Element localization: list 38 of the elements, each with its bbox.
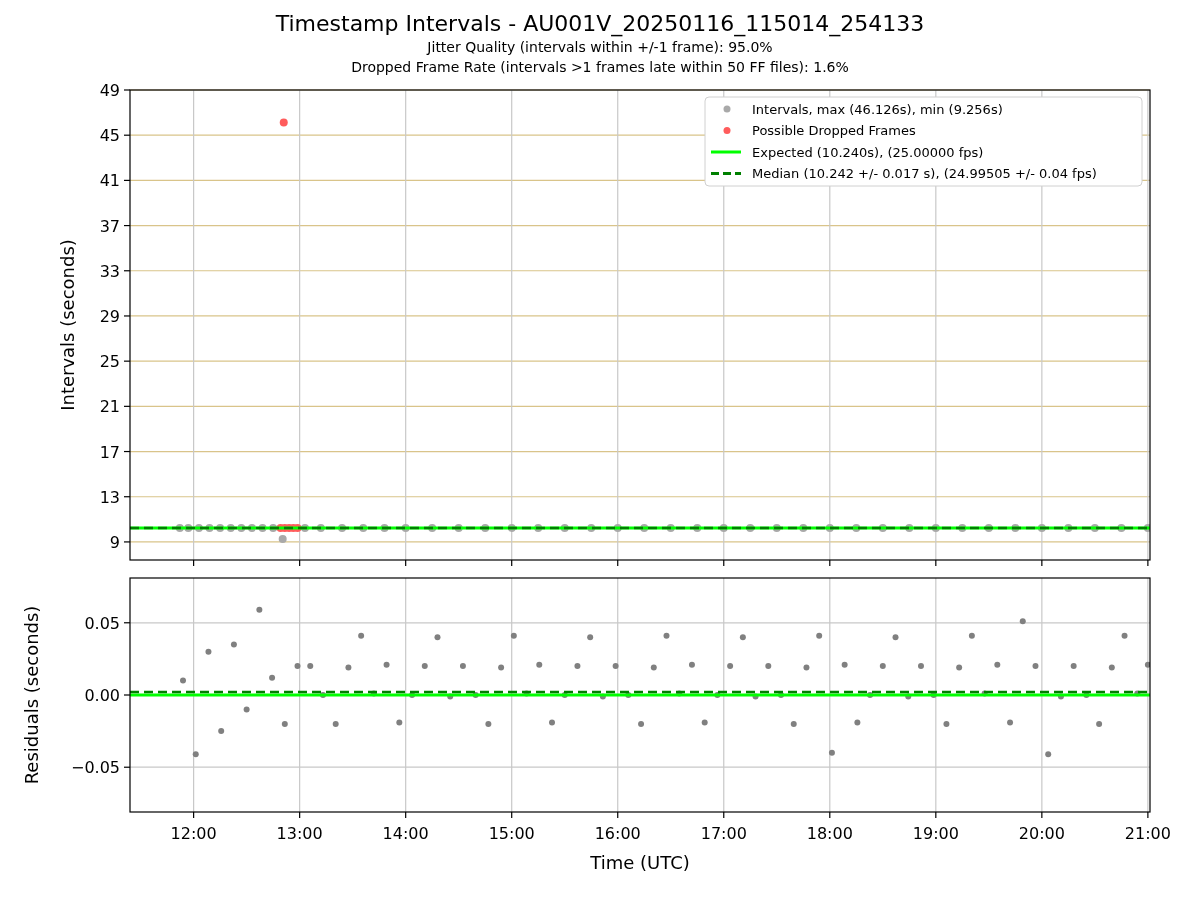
axis-label: Intervals (seconds) xyxy=(57,239,78,411)
tick-label: 29 xyxy=(99,306,120,326)
axis-label: Residuals (seconds) xyxy=(21,605,42,785)
tick-label: −0.05 xyxy=(70,758,120,778)
tick-label: 25 xyxy=(99,352,120,372)
legend-marker-icon xyxy=(723,105,731,113)
tick-label: 19:00 xyxy=(912,824,959,843)
tick-label: 37 xyxy=(99,216,120,236)
legend-label: Intervals, max (46.126s), min (9.256s) xyxy=(752,101,1003,117)
chart-subtitle: Dropped Frame Rate (intervals >1 frames late within 50 FF files): 1.6% xyxy=(351,58,849,77)
legend-label: Possible Dropped Frames xyxy=(752,123,916,138)
chart-title: Timestamp Intervals - AU001V_20250116_115014_254133 xyxy=(275,10,925,37)
tick-label: 17:00 xyxy=(700,824,747,843)
legend-line-icon xyxy=(711,172,741,175)
tick-label: 45 xyxy=(99,126,120,146)
tick-label: 21 xyxy=(99,397,120,417)
legend-label: Expected (10.240s), (25.00000 fps) xyxy=(752,144,984,160)
tick-label: 13:00 xyxy=(276,824,323,843)
legend-line-icon xyxy=(711,150,741,154)
tick-label: 18:00 xyxy=(806,824,853,843)
tick-label: 16:00 xyxy=(594,824,641,843)
legend-marker-icon xyxy=(723,127,731,134)
tick-label: 0.00 xyxy=(84,686,120,705)
tick-label: 14:00 xyxy=(382,824,429,843)
tick-label: 12:00 xyxy=(170,824,217,843)
tick-label: 20:00 xyxy=(1018,824,1065,843)
tick-label: 49 xyxy=(99,81,120,100)
tick-label: 21:00 xyxy=(1124,824,1171,843)
tick-label: 13 xyxy=(99,487,120,507)
chart-subtitle: Jitter Quality (intervals within +/-1 frame): 95.0% xyxy=(427,38,773,57)
legend-label: Median (10.242 +/- 0.017 s), (24.99505 +/- 0.04 fps) xyxy=(752,166,1097,181)
tick-label: 0.05 xyxy=(84,613,120,633)
tick-label: 17 xyxy=(99,442,120,462)
tick-label: 9 xyxy=(109,532,120,552)
axis-label: Time (UTC) xyxy=(590,852,690,873)
tick-label: 15:00 xyxy=(488,824,535,843)
tick-label: 41 xyxy=(99,171,120,191)
tick-label: 33 xyxy=(99,261,120,281)
